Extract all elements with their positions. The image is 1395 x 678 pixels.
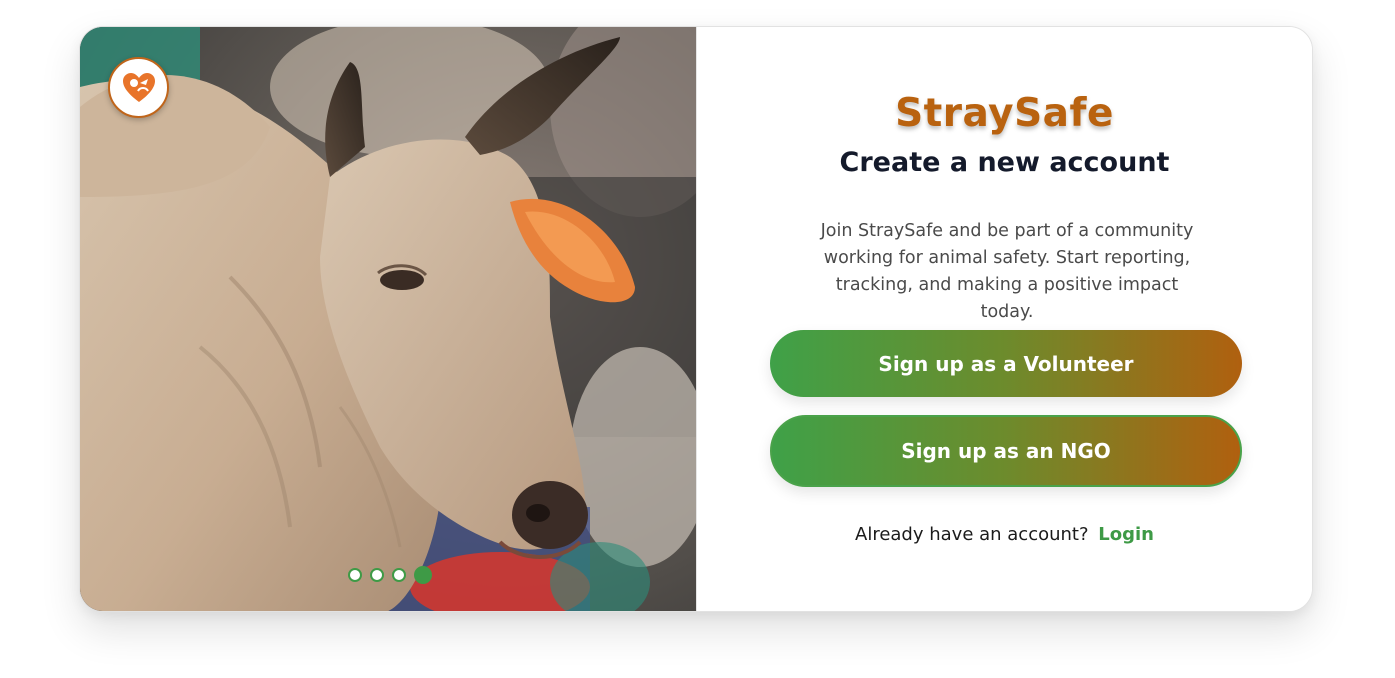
signup-volunteer-button[interactable]: Sign up as a Volunteer [770,330,1242,397]
signup-ngo-label: Sign up as an NGO [901,439,1111,463]
carousel-dot-1[interactable] [348,568,362,582]
signup-ngo-button[interactable]: Sign up as an NGO [770,415,1242,487]
page-subtitle: Create a new account [839,147,1170,178]
signup-volunteer-label: Sign up as a Volunteer [878,351,1134,376]
hero-carousel [80,27,696,611]
carousel-dot-3[interactable] [392,568,406,582]
carousel-indicators [348,566,432,584]
login-link[interactable]: Login [1098,524,1154,545]
signup-card: StraySafe Create a new account Join Stra… [79,26,1313,612]
login-prompt-text: Already have an account? [855,524,1089,545]
intro-description: Join StraySafe and be part of a communit… [820,221,1194,322]
heart-paw-logo-icon [108,57,169,118]
cow-photo [80,27,696,611]
login-prompt-line: Already have an account? Login [697,524,1312,545]
signup-panel: StraySafe Create a new account Join Stra… [696,27,1312,611]
carousel-dot-2[interactable] [370,568,384,582]
carousel-dot-4-active[interactable] [414,566,432,584]
brand-title: StraySafe [895,91,1114,136]
